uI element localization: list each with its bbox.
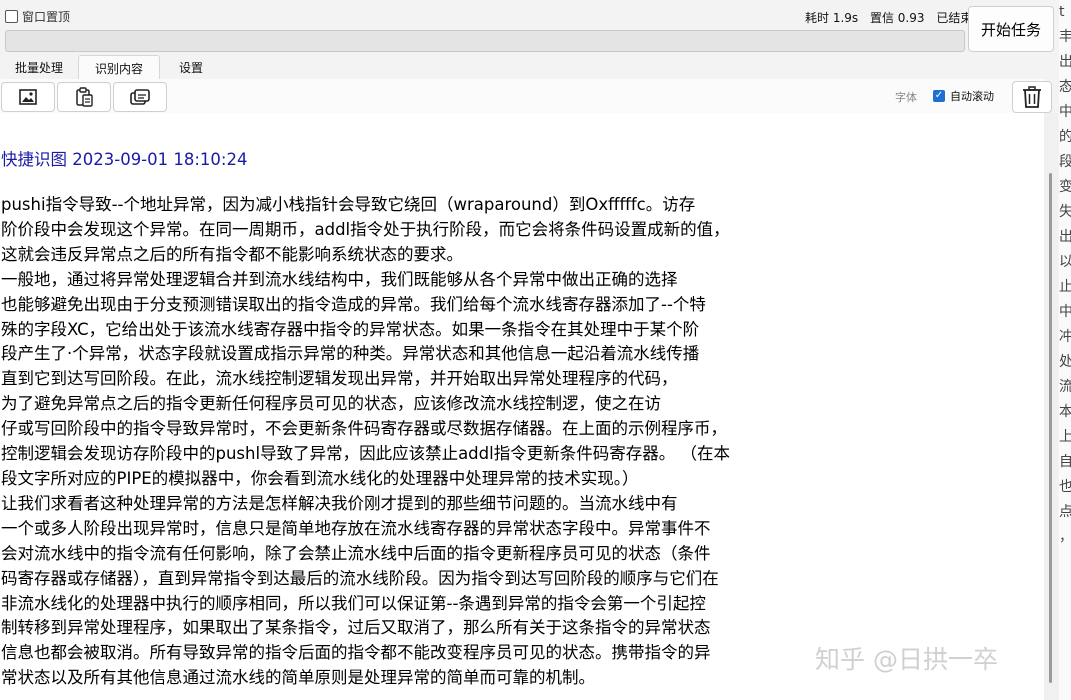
text-line: 常状态以及所有其他信息通过流水线的简单原则是处理异常的简单而可靠的机制。: [1, 668, 595, 688]
edge-char: 流: [1059, 379, 1071, 395]
text-line: 殊的字段XC，它给出处于该流水线寄存器中指令的异常状态。如果一条指令在其处理中于…: [1, 319, 700, 339]
text-line: 这就会违反异常点之后的所有指令都不能影响系统状态的要求。: [1, 244, 463, 264]
paste-button[interactable]: [57, 82, 111, 112]
auto-scroll-checkbox[interactable]: ✓: [933, 90, 945, 102]
edge-char: 的: [1059, 129, 1071, 145]
text-line: 会对流水线中的指令流有任何影响，除了会禁止流水线中后面的指令更新程序员可见的状态…: [1, 543, 711, 563]
text-line: 让我们求看者这种处理异常的方法是怎样解决我价刚才提到的那些细节问题的。当流水线中…: [1, 493, 678, 513]
text-line: 信息也都会被取消。所有导致异常的指令后面的指令都不能改变程序员可见的状态。携带指…: [1, 643, 711, 663]
font-button[interactable]: 字体: [895, 89, 917, 105]
pin-label: 窗口置顶: [22, 10, 71, 24]
edge-char: 处: [1059, 354, 1071, 370]
text-line: pushi指令导致--个地址异常，因为减小栈指针会导致它绕回（wraparoun…: [1, 195, 696, 214]
text-line: 码寄存器或存储器），直到异常指令到达最后的流水线阶段。因为指令到达写回阶段的顺序…: [1, 568, 719, 588]
top-bar: 窗口置顶 耗时 1.9s 置信 0.93 已结束 开始任务: [0, 0, 1054, 56]
edge-char: 上: [1059, 429, 1071, 445]
text-line: 直到它到达写回阶段。在此，流水线控制逻辑发现出异常，并开始取出异常处理程序的代码…: [1, 369, 678, 389]
background-window-edge: t丰出态中的段变失出以止中冲处流本上自也点，: [1059, 0, 1071, 700]
tab-settings[interactable]: 设置: [164, 55, 218, 79]
ocr-text-body: pushi指令导致--个地址异常，因为减小栈指针会导致它绕回（wraparoun…: [1, 193, 730, 691]
confidence-value: 置信 0.93: [869, 11, 925, 25]
text-line: 制转移到异常处理程序，如果取出了某条指令，过后又取消了，那么所有关于这条指令的异…: [1, 618, 711, 638]
edge-char: 出: [1059, 54, 1071, 70]
edge-char: 自: [1059, 454, 1071, 470]
pin-checkbox[interactable]: [5, 10, 18, 23]
scrollbar-thumb[interactable]: [1049, 173, 1052, 683]
edge-char: 也: [1059, 479, 1071, 495]
edge-char: 中: [1059, 304, 1071, 320]
text-line: 段文字所对应的PIPE的模拟器中，你会看到流水线化的处理器中处理异常的技术实现。…: [1, 468, 639, 488]
edge-char: 失: [1059, 204, 1071, 220]
text-line: 阶价段中会发现这个异常。在同一周期币，addl指令处于执行阶段，而它会将条件码设…: [1, 219, 730, 239]
edge-char: 点: [1059, 504, 1071, 520]
start-task-button[interactable]: 开始任务: [968, 6, 1054, 52]
snapshot-title: 快捷识图 2023-09-01 18:10:24: [1, 150, 248, 169]
window-pin-toggle[interactable]: 窗口置顶: [5, 8, 70, 25]
edge-char: 出: [1059, 229, 1071, 245]
edge-char: 冲: [1059, 329, 1071, 345]
content-toolbar: 字体 ✓ 自动滚动: [0, 79, 1052, 113]
edge-char: 变: [1059, 179, 1071, 195]
text-line: 段产生了·个异常，状态字段就设置成指示异常的种类。异常状态和其他信息一起沿着流水…: [1, 344, 700, 364]
tab-bar: 批量处理 识别内容 设置: [0, 55, 1045, 80]
vertical-scrollbar[interactable]: [1044, 113, 1058, 700]
task-stats: 耗时 1.9s 置信 0.93 已结束: [805, 9, 980, 26]
edge-char: 中: [1059, 104, 1071, 120]
edge-char: 本: [1059, 404, 1071, 420]
edge-char: 段: [1059, 154, 1071, 170]
text-line: 也能够避免出现由于分支预测错误取出的指令造成的异常。我们给每个流水线寄存器添加了…: [1, 294, 706, 314]
image-icon: [19, 89, 37, 105]
auto-scroll-label: 自动滚动: [950, 90, 994, 103]
copy-icon: [130, 89, 150, 105]
text-line: 为了避免异常点之后的指令更新任何程序员可见的状态，应该修改流水线控制逻，使之在访: [1, 394, 661, 414]
edge-char: 丰: [1059, 29, 1071, 45]
copy-button[interactable]: [113, 82, 167, 112]
edge-char: 止: [1059, 279, 1071, 295]
edge-char: 态: [1059, 79, 1071, 95]
paste-icon: [76, 87, 93, 107]
edge-char: 以: [1059, 254, 1071, 270]
clear-button[interactable]: [1012, 81, 1052, 113]
text-line: 一个或多人阶段出现异常时，信息只是简单地存放在流水线寄存器的异常状态字段中。异常…: [1, 518, 711, 538]
screenshot-button[interactable]: [1, 82, 55, 112]
edge-char: ，: [1059, 525, 1071, 550]
progress-bar: [5, 30, 965, 52]
trash-icon: [1023, 86, 1041, 108]
tab-recognized-content[interactable]: 识别内容: [78, 55, 160, 80]
watermark: 知乎 @日拱一卒: [815, 645, 998, 674]
edge-char: t: [1059, 4, 1065, 20]
status-text: 已结束: [936, 11, 973, 25]
elapsed-time: 耗时 1.9s: [805, 11, 859, 25]
text-line: 控制逻辑会发现访存阶段中的pushl导致了异常，因此应该禁止addl指令更新条件…: [1, 444, 730, 464]
text-line: 仔或写回阶段中的指令导致异常时，不会更新条件码寄存器或尽数据存储器。在上面的示例…: [1, 419, 727, 439]
text-line: 一般地，通过将异常处理逻辑合并到流水线结构中，我们既能够从各个异常中做出正确的选…: [1, 269, 678, 289]
text-line: 非流水线化的处理器中执行的顺序相同，所以我们可以保证第--条遇到异常的指令会第一…: [1, 593, 706, 613]
recognized-text-area[interactable]: 快捷识图 2023-09-01 18:10:24 pushi指令导致--个地址异…: [0, 113, 1045, 700]
auto-scroll-toggle[interactable]: ✓ 自动滚动: [933, 88, 994, 104]
tab-batch[interactable]: 批量处理: [6, 55, 72, 79]
